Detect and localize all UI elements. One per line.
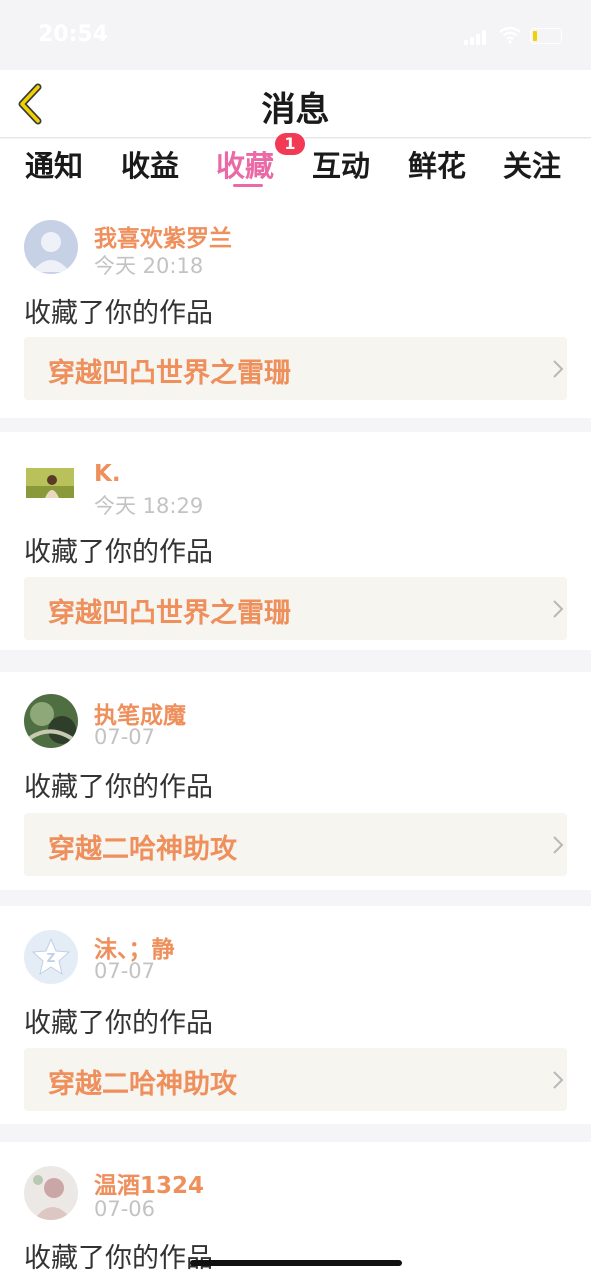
active-tab-indicator: [233, 184, 263, 187]
work-title: 穿越凹凸世界之雷珊: [48, 358, 291, 389]
home-indicator: [190, 1260, 402, 1266]
photo-avatar-icon[interactable]: [24, 1166, 78, 1220]
default-avatar-icon[interactable]: [24, 220, 78, 274]
action-text: 收藏了你的作品: [24, 298, 213, 329]
tab-notify[interactable]: 通知: [25, 143, 83, 185]
tab-badge: 1: [275, 133, 305, 155]
work-title: 穿越凹凸世界之雷珊: [48, 598, 291, 629]
notification-item: 我喜欢紫罗兰 今天 20:18 收藏了你的作品 穿越凹凸世界之雷珊: [0, 200, 591, 418]
timestamp: 今天 20:18: [94, 254, 204, 278]
nav-bar: 消息: [0, 70, 591, 138]
action-text: 收藏了你的作品: [24, 1243, 213, 1274]
tab-flowers[interactable]: 鲜花: [408, 143, 466, 185]
signal-icon: [464, 29, 490, 45]
notification-item: K. 今天 18:29 收藏了你的作品 穿越凹凸世界之雷珊: [0, 432, 591, 650]
tab-income[interactable]: 收益: [121, 143, 179, 185]
user-name[interactable]: 温酒1324: [94, 1166, 204, 1200]
work-link[interactable]: 穿越二哈神助攻: [24, 1048, 567, 1111]
photo-avatar-icon[interactable]: [24, 694, 78, 748]
page-title: 消息: [261, 90, 330, 130]
qzone-avatar-icon[interactable]: Z: [24, 930, 78, 984]
svg-text:Z: Z: [47, 951, 56, 965]
work-link[interactable]: 穿越凹凸世界之雷珊: [24, 577, 567, 640]
action-text: 收藏了你的作品: [24, 537, 213, 568]
wifi-icon: [499, 26, 521, 44]
notification-item: 执笔成魔 07-07 收藏了你的作品 穿越二哈神助攻: [0, 672, 591, 890]
work-title: 穿越二哈神助攻: [48, 834, 237, 865]
action-text: 收藏了你的作品: [24, 772, 213, 803]
user-name[interactable]: 我喜欢紫罗兰: [94, 219, 232, 253]
battery-icon: [530, 28, 562, 44]
status-bar: 20:54: [0, 0, 591, 70]
work-title: 穿越二哈神助攻: [48, 1069, 237, 1100]
action-text: 收藏了你的作品: [24, 1008, 213, 1039]
tab-follow[interactable]: 关注: [503, 143, 561, 185]
timestamp: 07-07: [94, 959, 156, 983]
chevron-right-icon: [553, 836, 564, 854]
user-name[interactable]: K.: [94, 461, 121, 487]
chevron-right-icon: [553, 360, 564, 378]
work-link[interactable]: 穿越凹凸世界之雷珊: [24, 337, 567, 400]
timestamp: 07-07: [94, 725, 156, 749]
chevron-right-icon: [553, 1071, 564, 1089]
timestamp: 今天 18:29: [94, 494, 204, 518]
tab-favorites[interactable]: 收藏: [216, 143, 274, 185]
tab-interaction[interactable]: 互动: [312, 143, 370, 185]
work-link[interactable]: 穿越二哈神助攻: [24, 813, 567, 876]
tab-bar: 通知 收益 收藏 1 互动 鲜花 关注: [0, 133, 591, 201]
photo-avatar-icon[interactable]: [26, 468, 74, 498]
timestamp: 07-06: [94, 1197, 156, 1221]
chevron-right-icon: [553, 600, 564, 618]
notification-item: Z 沫、；静 07-07 收藏了你的作品 穿越二哈神助攻: [0, 906, 591, 1124]
status-time: 20:54: [38, 22, 109, 47]
